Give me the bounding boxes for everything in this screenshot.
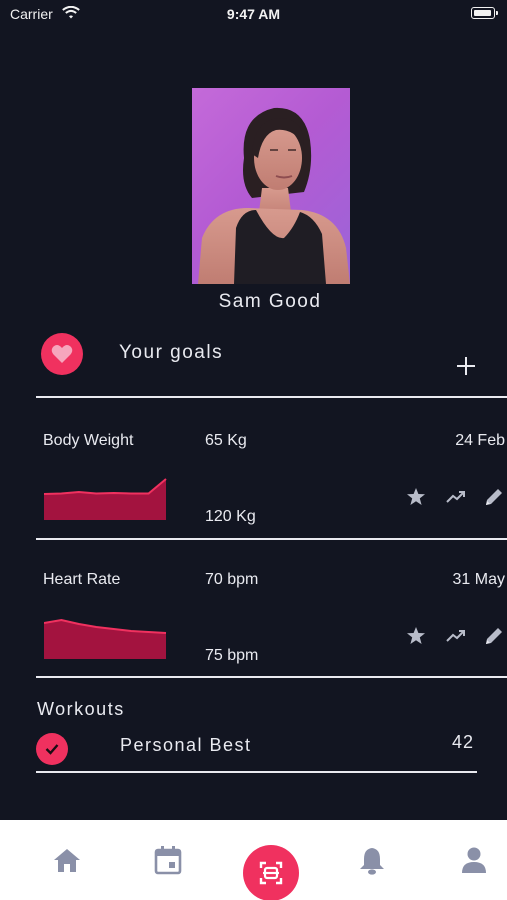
- metric-current-value: 70 bpm: [205, 571, 259, 588]
- home-icon: [54, 849, 80, 872]
- workouts-title: Workouts: [37, 699, 125, 719]
- metric-date: 31 May: [452, 571, 505, 588]
- metric-date: 24 Feb: [455, 432, 505, 449]
- metric-card-body-weight[interactable]: Body Weight 65 Kg 24 Feb 120 Kg: [0, 432, 507, 562]
- trending-icon[interactable]: [445, 486, 467, 508]
- battery-icon: [471, 7, 498, 19]
- profile-icon: [462, 847, 486, 873]
- goals-title: Your goals: [119, 342, 224, 363]
- tab-calendar[interactable]: [146, 820, 190, 900]
- sparkline-line: [44, 478, 167, 495]
- metric-target-value: 120 Kg: [205, 508, 256, 525]
- calendar-icon: [154, 846, 182, 875]
- metric-divider: [36, 676, 507, 678]
- scan-button[interactable]: [243, 845, 299, 900]
- metric-actions: [405, 486, 507, 508]
- metric-sparkline: [44, 618, 167, 659]
- star-icon[interactable]: [405, 625, 427, 647]
- workout-label[interactable]: Personal Best: [120, 735, 252, 756]
- sparkline-area: [44, 620, 166, 659]
- check-icon[interactable]: [36, 733, 68, 765]
- trending-icon[interactable]: [445, 625, 467, 647]
- star-icon[interactable]: [405, 486, 427, 508]
- tab-notifications[interactable]: [350, 820, 394, 900]
- workout-value: 42: [452, 732, 475, 752]
- goals-divider: [36, 396, 507, 398]
- scan-icon: [259, 861, 283, 885]
- add-goal-button[interactable]: [452, 352, 480, 380]
- edit-icon[interactable]: [483, 486, 505, 508]
- metric-actions: [405, 625, 507, 647]
- status-time: 9:47 AM: [226, 6, 281, 22]
- metric-sparkline: [44, 478, 167, 520]
- workouts-divider: [36, 771, 477, 773]
- profile-avatar[interactable]: [192, 88, 350, 284]
- tab-profile[interactable]: [452, 820, 496, 900]
- sparkline-area: [44, 479, 166, 520]
- tab-home[interactable]: [45, 820, 89, 900]
- bell-icon: [360, 848, 384, 875]
- profile-name: Sam Good: [218, 291, 322, 312]
- metric-divider: [36, 538, 507, 540]
- metric-name: Heart Rate: [43, 571, 121, 588]
- metric-card-heart-rate[interactable]: Heart Rate 70 bpm 31 May 75 bpm: [0, 571, 507, 701]
- metric-name: Body Weight: [43, 432, 134, 449]
- edit-icon[interactable]: [483, 625, 505, 647]
- metric-current-value: 65 Kg: [205, 432, 247, 449]
- status-bar: Carrier 9:47 AM: [0, 0, 507, 28]
- heart-icon: [41, 333, 83, 375]
- metric-target-value: 75 bpm: [205, 647, 259, 664]
